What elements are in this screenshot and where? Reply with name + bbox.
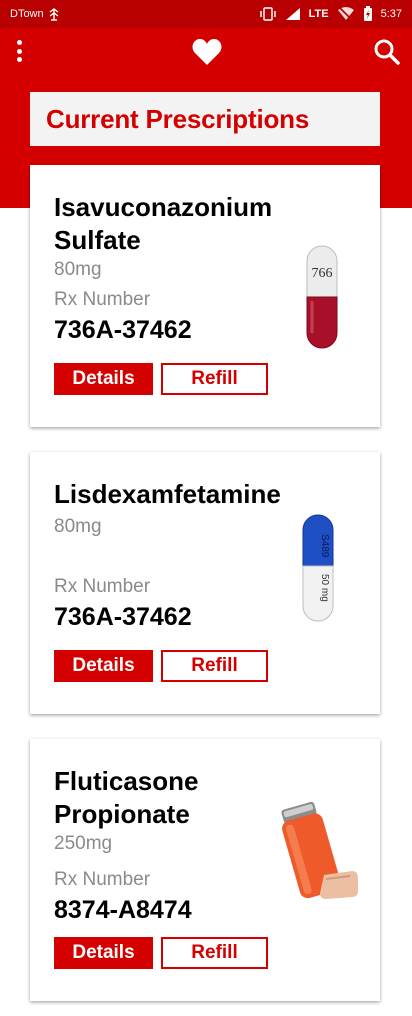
capsule-imprint-top: S489 bbox=[319, 534, 330, 558]
refill-button[interactable]: Refill bbox=[161, 650, 268, 682]
medication-name: Fluticasone Propionate bbox=[54, 766, 199, 829]
details-button[interactable]: Details bbox=[54, 937, 153, 969]
capsule-imprint: 766 bbox=[312, 266, 333, 281]
prescription-card: Lisdexamfetamine 80mg Rx Number 736A-374… bbox=[30, 452, 380, 714]
inhaler-image bbox=[281, 801, 358, 899]
status-bar: DTown LTE 5:37 bbox=[0, 0, 412, 28]
carrier-name: DTown bbox=[10, 8, 44, 20]
prescription-card: Isavuconazonium Sulfate 80mg Rx Number 7… bbox=[30, 165, 380, 427]
rx-number: 736A-37462 bbox=[54, 316, 192, 344]
medication-name: Isavuconazonium Sulfate bbox=[54, 192, 273, 255]
heart-icon[interactable] bbox=[192, 38, 222, 66]
rx-number-label: Rx Number bbox=[54, 576, 151, 597]
refill-button[interactable]: Refill bbox=[161, 937, 268, 969]
wifi-off-icon bbox=[337, 7, 354, 21]
battery-charging-icon bbox=[363, 6, 372, 21]
vibrate-icon bbox=[259, 7, 276, 21]
capsule-imprint-bottom: 50 mg bbox=[319, 574, 330, 602]
medication-dose: 250mg bbox=[54, 833, 113, 854]
clock: 5:37 bbox=[380, 8, 402, 20]
details-button[interactable]: Details bbox=[54, 363, 153, 395]
more-vert-icon[interactable] bbox=[12, 40, 26, 62]
rx-number-label: Rx Number bbox=[54, 289, 151, 310]
medication-dose: 80mg bbox=[54, 259, 102, 280]
prescription-card: Fluticasone Propionate 250mg Rx Number 8… bbox=[30, 739, 380, 1001]
signal-icon bbox=[285, 8, 300, 20]
page-title-box: Current Prescriptions bbox=[30, 92, 380, 146]
rx-number: 736A-37462 bbox=[54, 603, 192, 631]
rx-number: 8374-A8474 bbox=[54, 896, 192, 924]
network-tower-icon bbox=[49, 7, 59, 21]
page-title: Current Prescriptions bbox=[46, 103, 310, 134]
rx-number-label: Rx Number bbox=[54, 869, 151, 890]
medication-dose: 80mg bbox=[54, 516, 102, 537]
status-icons: LTE 5:37 bbox=[259, 6, 402, 22]
network-type: LTE bbox=[308, 8, 329, 20]
blue-white-capsule-image: S489 50 mg bbox=[302, 514, 334, 622]
details-button[interactable]: Details bbox=[54, 650, 153, 682]
refill-button[interactable]: Refill bbox=[161, 363, 268, 395]
red-white-capsule-image: 766 bbox=[306, 245, 338, 349]
medication-name: Lisdexamfetamine bbox=[54, 479, 281, 509]
search-icon[interactable] bbox=[373, 38, 401, 66]
carrier-group: DTown bbox=[10, 7, 60, 21]
